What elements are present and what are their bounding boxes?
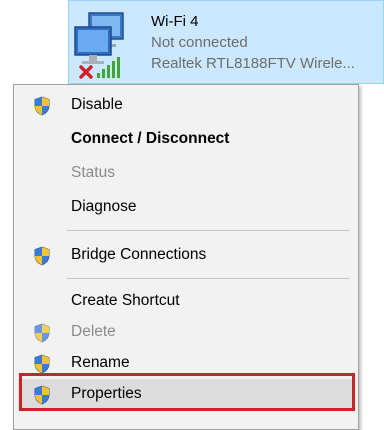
properties-highlight-frame xyxy=(19,373,355,411)
adapter-device: Realtek RTL8188FTV Wirele... xyxy=(151,55,355,72)
menu-item-label: Status xyxy=(71,164,115,181)
menu-item-label: Disable xyxy=(71,96,123,113)
disconnected-x-icon xyxy=(79,65,93,79)
menu-item-delete[interactable]: Delete xyxy=(18,317,354,347)
menu-item-label: Connect / Disconnect xyxy=(71,130,230,147)
menu-separator xyxy=(67,278,350,279)
menu-item-bridge-connections[interactable]: Bridge Connections xyxy=(18,240,354,270)
menu-item-connect-disconnect[interactable]: Connect / Disconnect xyxy=(18,124,354,154)
menu-item-label: Delete xyxy=(71,323,116,340)
uac-shield-icon xyxy=(34,323,50,343)
signal-bars-icon xyxy=(97,57,120,78)
uac-shield-icon xyxy=(34,96,50,116)
menu-item-label: Create Shortcut xyxy=(71,292,180,309)
network-adapter-icon xyxy=(74,12,124,79)
menu-item-diagnose[interactable]: Diagnose xyxy=(18,192,354,222)
adapter-name: Wi-Fi 4 xyxy=(151,13,199,30)
menu-item-create-shortcut[interactable]: Create Shortcut xyxy=(18,286,354,316)
menu-item-disable[interactable]: Disable xyxy=(18,90,354,120)
adapter-status: Not connected xyxy=(151,34,248,51)
wifi-adapter-item[interactable]: Wi-Fi 4 Not connected Realtek RTL8188FTV… xyxy=(68,0,384,84)
menu-item-label: Bridge Connections xyxy=(71,246,207,263)
uac-shield-icon xyxy=(34,354,50,374)
menu-item-label: Diagnose xyxy=(71,198,137,215)
context-menu: Disable Connect / Disconnect Status Diag… xyxy=(13,84,359,430)
uac-shield-icon xyxy=(34,246,50,266)
menu-item-status[interactable]: Status xyxy=(18,158,354,188)
menu-separator xyxy=(67,230,350,231)
